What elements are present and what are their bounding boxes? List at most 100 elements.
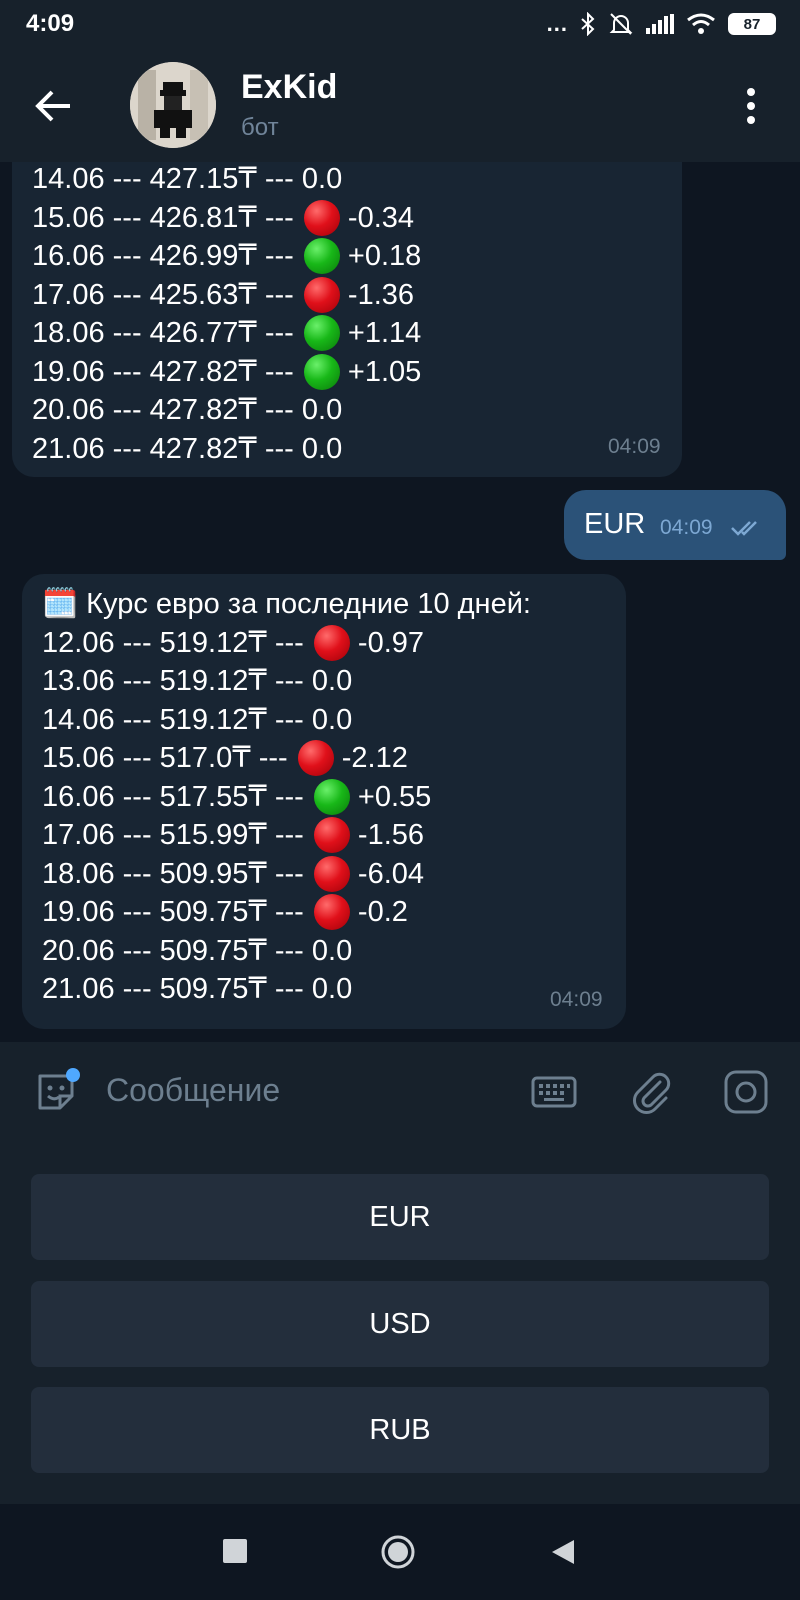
rate-change: 0.0 [311, 665, 353, 697]
rate-text: 17.06 --- 425.63₸ --- [32, 278, 302, 311]
rate-text: 21.06 --- 509.75₸ --- [42, 973, 312, 1005]
rate-change: +0.18 [347, 240, 422, 272]
status-time: 4:09 [26, 10, 75, 37]
rate-line: 19.06 --- 509.75₸ --- -0.2 [42, 893, 602, 932]
wifi-icon [687, 13, 715, 34]
rate-line: 20.06 --- 427.82₸ --- 0.0 [32, 391, 658, 430]
outgoing-message-text: EUR [584, 508, 646, 540]
rate-change: -1.56 [357, 819, 425, 851]
back-nav-icon[interactable] [550, 1538, 576, 1566]
rate-line: 15.06 --- 426.81₸ --- -0.34 [32, 199, 658, 238]
message-list[interactable]: 14.06 --- 427.15₸ --- 0.0 15.06 --- 426.8… [0, 162, 800, 1042]
rate-change: -1.36 [347, 278, 415, 311]
rate-line: 13.06 --- 519.12₸ --- 0.0 [42, 662, 602, 701]
rate-text: 19.06 --- 509.75₸ --- [42, 896, 312, 928]
recents-icon[interactable] [222, 1538, 248, 1564]
rate-text: 16.06 --- 517.55₸ --- [42, 780, 312, 813]
rate-change: +1.14 [347, 317, 422, 349]
rate-text: 20.06 --- 509.75₸ --- [42, 934, 312, 967]
message-text: 14.06 --- 427.15₸ --- 0.0 15.06 --- 426.8… [32, 162, 658, 468]
rate-text: 12.06 --- 519.12₸ --- [42, 626, 312, 659]
rate-text: 19.06 --- 427.82₸ --- [32, 355, 302, 388]
rate-line: 17.06 --- 515.99₸ --- -1.56 [42, 816, 602, 855]
outgoing-message[interactable]: EUR 04:09 [564, 490, 786, 560]
incoming-message-usd[interactable]: 14.06 --- 427.15₸ --- 0.0 15.06 --- 426.8… [12, 162, 682, 477]
status-bar: 4:09 ... 87 [0, 0, 800, 48]
rate-line: 15.06 --- 517.0₸ --- -2.12 [42, 739, 602, 778]
rate-text: 15.06 --- 426.81₸ --- [32, 201, 302, 234]
rate-change: -2.12 [341, 742, 408, 774]
bot-keyboard: EUR USD RUB [0, 1142, 800, 1504]
message-input-bar: Сообщение [0, 1042, 800, 1142]
back-arrow-icon[interactable] [34, 86, 74, 126]
keyboard-button-usd[interactable]: USD [31, 1281, 769, 1367]
signal-icon [646, 14, 674, 34]
chat-subtitle: бот [241, 114, 279, 141]
rate-line: 14.06 --- 427.15₸ --- 0.0 [32, 162, 658, 199]
battery-icon: 87 [728, 13, 776, 35]
red-circle-icon [313, 894, 350, 931]
sticker-icon[interactable] [32, 1068, 80, 1116]
more-vertical-icon[interactable] [736, 84, 766, 128]
rate-change: 0.0 [301, 394, 343, 426]
rate-change: 0.0 [311, 703, 353, 736]
red-circle-icon [313, 624, 350, 661]
green-circle-icon [303, 315, 340, 352]
message-heading: 🗓️ Курс евро за последние 10 дней: [42, 588, 531, 620]
bluetooth-icon [581, 12, 595, 36]
rate-line: 21.06 --- 427.82₸ --- 0.0 [32, 430, 658, 469]
rate-line: 12.06 --- 519.12₸ --- -0.97 [42, 624, 602, 663]
system-nav-bar [0, 1504, 800, 1600]
rate-text: 17.06 --- 515.99₸ --- [42, 819, 312, 851]
rate-text: 13.06 --- 519.12₸ --- [42, 665, 312, 697]
rate-text: 18.06 --- 426.77₸ --- [32, 317, 302, 349]
rate-text: 18.06 --- 509.95₸ --- [42, 857, 312, 890]
avatar[interactable] [130, 62, 216, 148]
rate-text: 20.06 --- 427.82₸ --- [32, 394, 302, 426]
message-time: 04:09 [550, 988, 603, 1011]
rate-change: +1.05 [347, 355, 422, 388]
rate-change: -0.2 [357, 896, 408, 928]
green-circle-icon [313, 778, 350, 815]
message-input[interactable]: Сообщение [106, 1072, 280, 1109]
red-circle-icon [303, 199, 340, 236]
outgoing-message-time: 04:09 [660, 516, 713, 539]
avatar-image [130, 62, 216, 148]
keyboard-button-rub[interactable]: RUB [31, 1387, 769, 1473]
rate-text: 14.06 --- 427.15₸ --- [32, 163, 302, 195]
green-circle-icon [303, 353, 340, 390]
rate-line: 18.06 --- 509.95₸ --- -6.04 [42, 855, 602, 894]
rate-text: 14.06 --- 519.12₸ --- [42, 703, 312, 736]
rate-line: 18.06 --- 426.77₸ --- +1.14 [32, 314, 658, 353]
message-time: 04:09 [608, 435, 661, 458]
rate-change: 0.0 [301, 432, 343, 465]
home-icon[interactable] [380, 1534, 416, 1570]
rate-line: 17.06 --- 425.63₸ --- -1.36 [32, 276, 658, 315]
bell-muted-icon [609, 13, 633, 35]
keyboard-button-eur[interactable]: EUR [31, 1174, 769, 1260]
rate-line: 16.06 --- 426.99₸ --- +0.18 [32, 237, 658, 276]
chat-title[interactable]: ExKid [241, 68, 337, 107]
rate-text: 21.06 --- 427.82₸ --- [32, 432, 302, 465]
red-circle-icon [313, 817, 350, 854]
camera-icon[interactable] [722, 1068, 770, 1116]
red-circle-icon [297, 740, 334, 777]
rate-change: 0.0 [311, 973, 353, 1005]
green-circle-icon [303, 238, 340, 275]
status-icons: ... 87 [547, 11, 776, 37]
rate-change: 0.0 [301, 163, 343, 195]
rate-text: 16.06 --- 426.99₸ --- [32, 240, 302, 272]
rate-change: +0.55 [357, 780, 432, 813]
message-text: 12.06 --- 519.12₸ --- -0.97 13.06 --- 519… [42, 624, 602, 1009]
keyboard-icon[interactable] [530, 1068, 578, 1116]
rate-change: -0.97 [357, 626, 425, 659]
more-notifications-icon: ... [546, 11, 568, 36]
rate-change: -0.34 [347, 201, 415, 234]
incoming-message-eur[interactable]: 🗓️ Курс евро за последние 10 дней: 12.06… [22, 574, 626, 1029]
chat-header: ExKid бот [0, 48, 800, 162]
rate-change: -6.04 [357, 857, 425, 890]
attach-icon[interactable] [628, 1068, 676, 1116]
rate-change: 0.0 [311, 934, 353, 967]
rate-text: 15.06 --- 517.0₸ --- [42, 742, 296, 774]
red-circle-icon [303, 276, 340, 313]
